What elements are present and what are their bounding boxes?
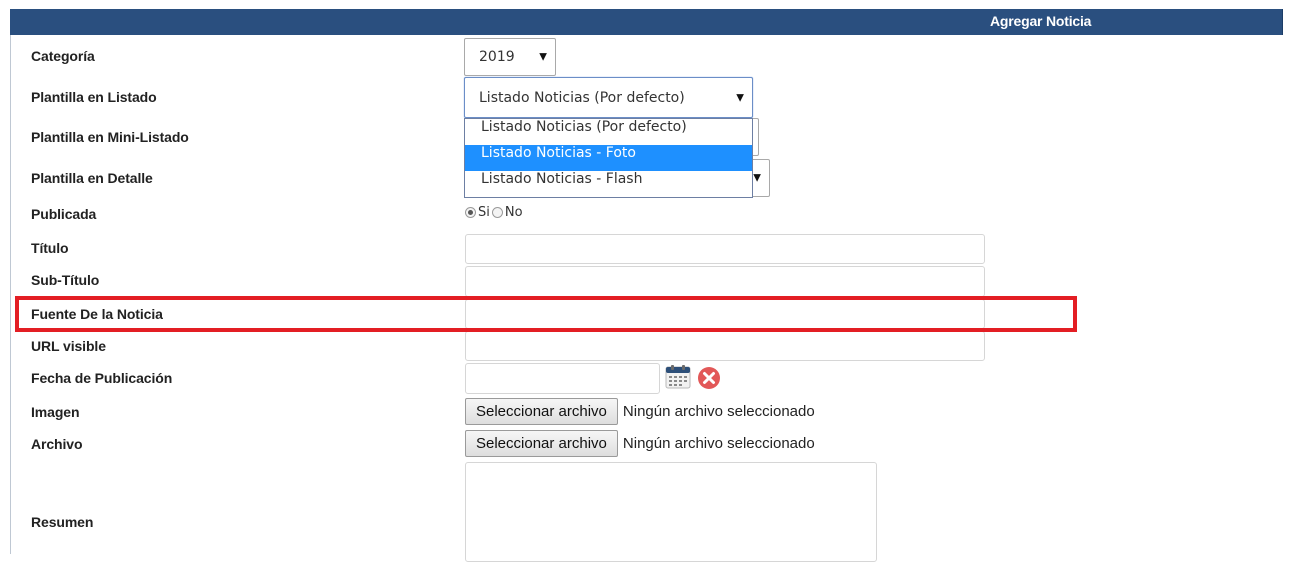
plantilla-detalle-label: Plantilla en Detalle [31, 170, 153, 186]
resumen-textarea[interactable] [465, 462, 877, 562]
form-title: Agregar Noticia [990, 13, 1092, 29]
fecha-publicacion-input[interactable] [465, 363, 660, 394]
calendar-icon[interactable] [665, 365, 691, 389]
archivo-select-file-button[interactable]: Seleccionar archivo [465, 430, 618, 457]
imagen-file-status: Ningún archivo seleccionado [622, 403, 815, 420]
archivo-label: Archivo [31, 436, 83, 452]
imagen-select-file-button[interactable]: Seleccionar archivo [465, 398, 618, 425]
archivo-file-status: Ningún archivo seleccionado [622, 435, 815, 452]
imagen-file-input[interactable]: Seleccionar archivo Ningún archivo selec… [465, 397, 815, 426]
url-visible-input[interactable] [465, 331, 985, 361]
categoria-select[interactable]: 2019 ▼ [464, 38, 556, 76]
dropdown-option[interactable]: Listado Noticias - Flash [465, 171, 752, 197]
url-visible-label: URL visible [31, 338, 106, 354]
publicada-si-label: Si [478, 205, 490, 220]
publicada-no-radio[interactable] [491, 207, 503, 218]
imagen-label: Imagen [31, 404, 80, 420]
subtitulo-input[interactable] [465, 266, 985, 297]
chevron-down-icon: ▼ [736, 92, 744, 103]
plantilla-mini-listado-label: Plantilla en Mini-Listado [31, 129, 189, 145]
plantilla-listado-dropdown[interactable]: Listado Noticias (Por defecto) Listado N… [464, 118, 753, 198]
plantilla-listado-value: Listado Noticias (Por defecto) [479, 89, 685, 106]
publicada-label: Publicada [31, 206, 97, 222]
dropdown-option-selected[interactable]: Listado Noticias - Foto [465, 145, 752, 171]
chevron-down-icon: ▼ [753, 172, 761, 184]
publicada-si-radio[interactable] [465, 207, 476, 218]
clear-icon[interactable] [697, 366, 721, 390]
categoria-label: Categoría [31, 48, 95, 64]
form-left-border [10, 35, 11, 554]
archivo-file-input[interactable]: Seleccionar archivo Ningún archivo selec… [465, 429, 815, 458]
plantilla-listado-select[interactable]: Listado Noticias (Por defecto) ▼ [464, 77, 753, 118]
categoria-value: 2019 [479, 49, 515, 65]
highlight-box [15, 296, 1077, 332]
titulo-label: Título [31, 240, 69, 256]
form-header: Agregar Noticia [10, 9, 1283, 35]
publicada-radio-group: Si No [465, 205, 525, 220]
fecha-publicacion-label: Fecha de Publicación [31, 370, 173, 386]
dropdown-option[interactable]: Listado Noticias (Por defecto) [465, 119, 752, 145]
subtitulo-label: Sub-Título [31, 272, 100, 288]
plantilla-listado-label: Plantilla en Listado [31, 89, 157, 105]
titulo-input[interactable] [465, 234, 985, 264]
chevron-down-icon: ▼ [539, 51, 547, 63]
publicada-no-label: No [504, 205, 523, 220]
resumen-label: Resumen [31, 514, 94, 530]
